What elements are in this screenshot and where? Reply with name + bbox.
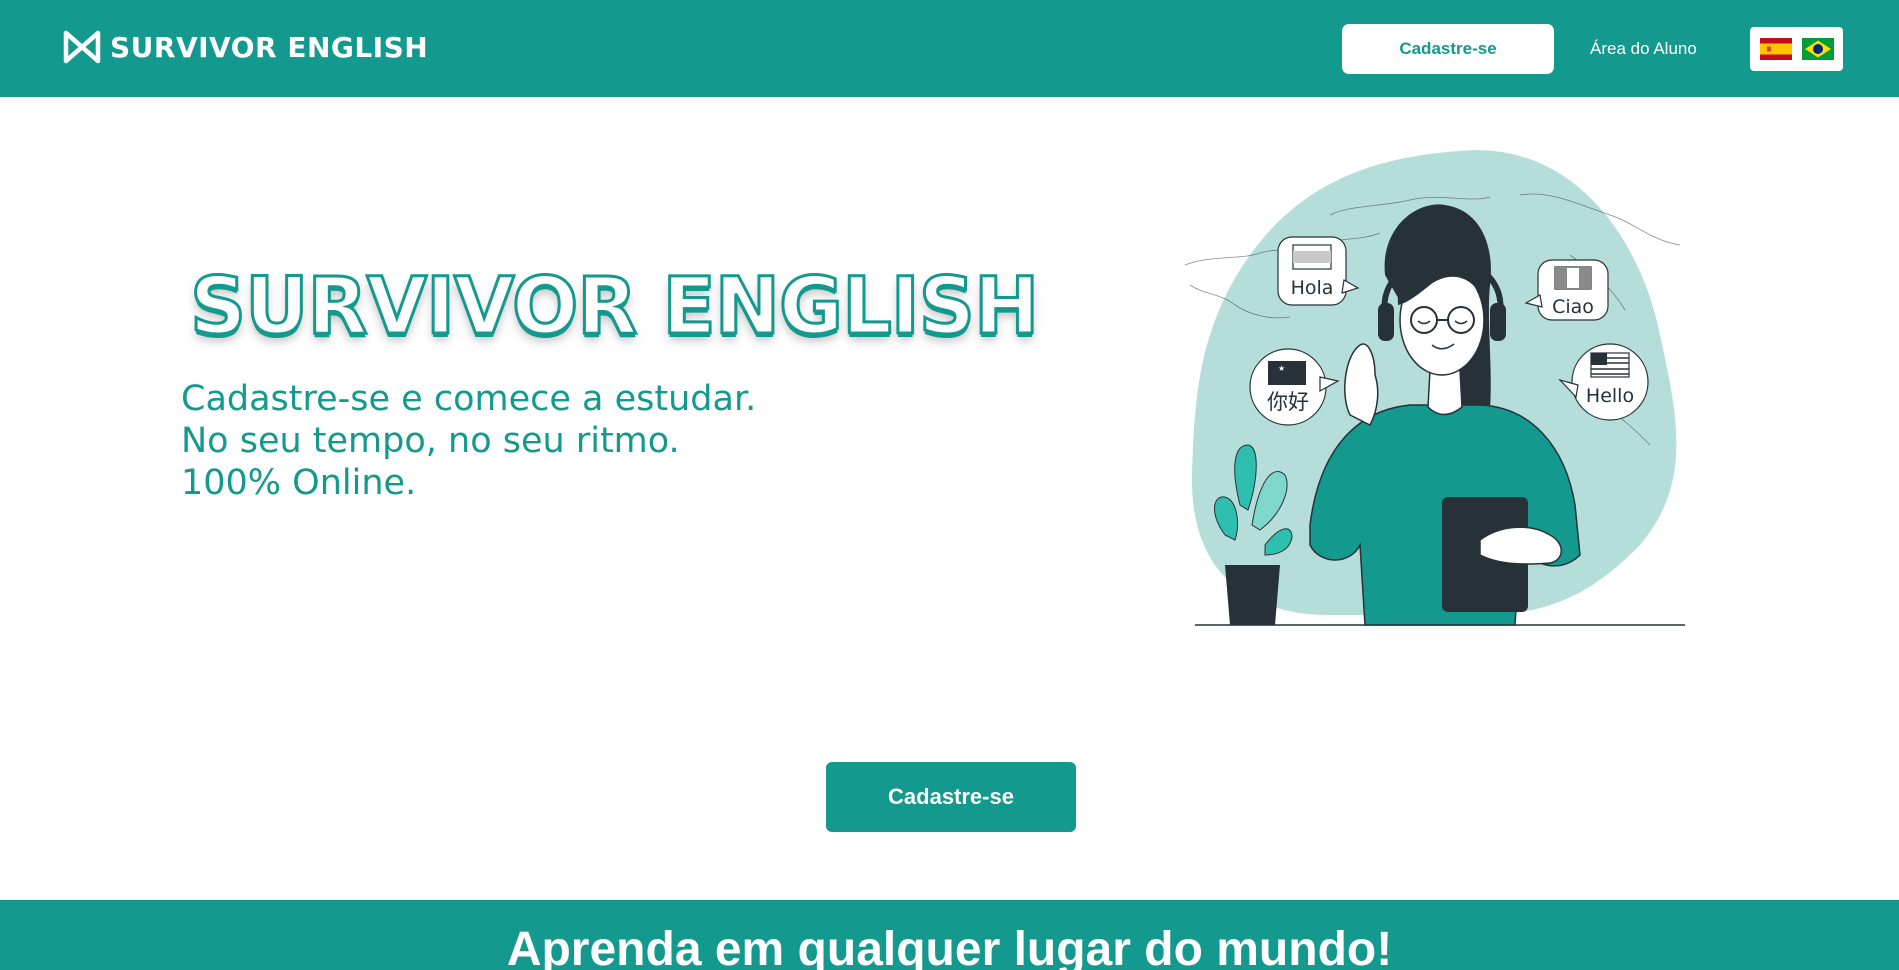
brazil-flag-icon[interactable]: [1801, 38, 1834, 60]
bubble-hola-text: Hola: [1291, 277, 1334, 299]
bubble-hola: Hola: [1277, 236, 1360, 306]
spain-flag-icon[interactable]: [1759, 38, 1792, 60]
hero-line-1: Cadastre-se e comece a estudar.: [181, 379, 757, 419]
bubble-ciao-text: Ciao: [1552, 296, 1594, 318]
signup-button-header[interactable]: Cadastre-se: [1342, 24, 1554, 74]
hero-line-3: 100% Online.: [181, 463, 417, 503]
hero-line-2: No seu tempo, no seu ritmo.: [181, 421, 680, 461]
signup-button-main[interactable]: Cadastre-se: [826, 762, 1076, 832]
logo[interactable]: SURVIVOR ENGLISH: [62, 26, 428, 68]
bubble-hello-text: Hello: [1586, 385, 1634, 407]
logo-icon: [63, 30, 101, 64]
top-navbar: SURVIVOR ENGLISH Cadastre-se Área do Alu…: [0, 0, 1899, 97]
hero-tagline: Cadastre-se e comece a estudar. No seu t…: [181, 378, 756, 504]
logo-text: SURVIVOR ENGLISH: [110, 30, 429, 64]
hero-title: SURVIVOR ENGLISH: [188, 261, 1040, 354]
section-banner: Aprenda em qualquer lugar do mundo!: [0, 900, 1899, 970]
language-selector: [1750, 27, 1843, 71]
section-title: Aprenda em qualquer lugar do mundo!: [506, 923, 1393, 970]
svg-text:★: ★: [1278, 364, 1285, 373]
bubble-nihao-text: 你好: [1267, 390, 1309, 414]
bubble-ciao: Ciao: [1524, 259, 1609, 321]
student-area-link[interactable]: Área do Aluno: [1590, 24, 1697, 74]
language-learner-illustration: Hola Ciao ★ 你好 Hello: [1184, 150, 1685, 626]
